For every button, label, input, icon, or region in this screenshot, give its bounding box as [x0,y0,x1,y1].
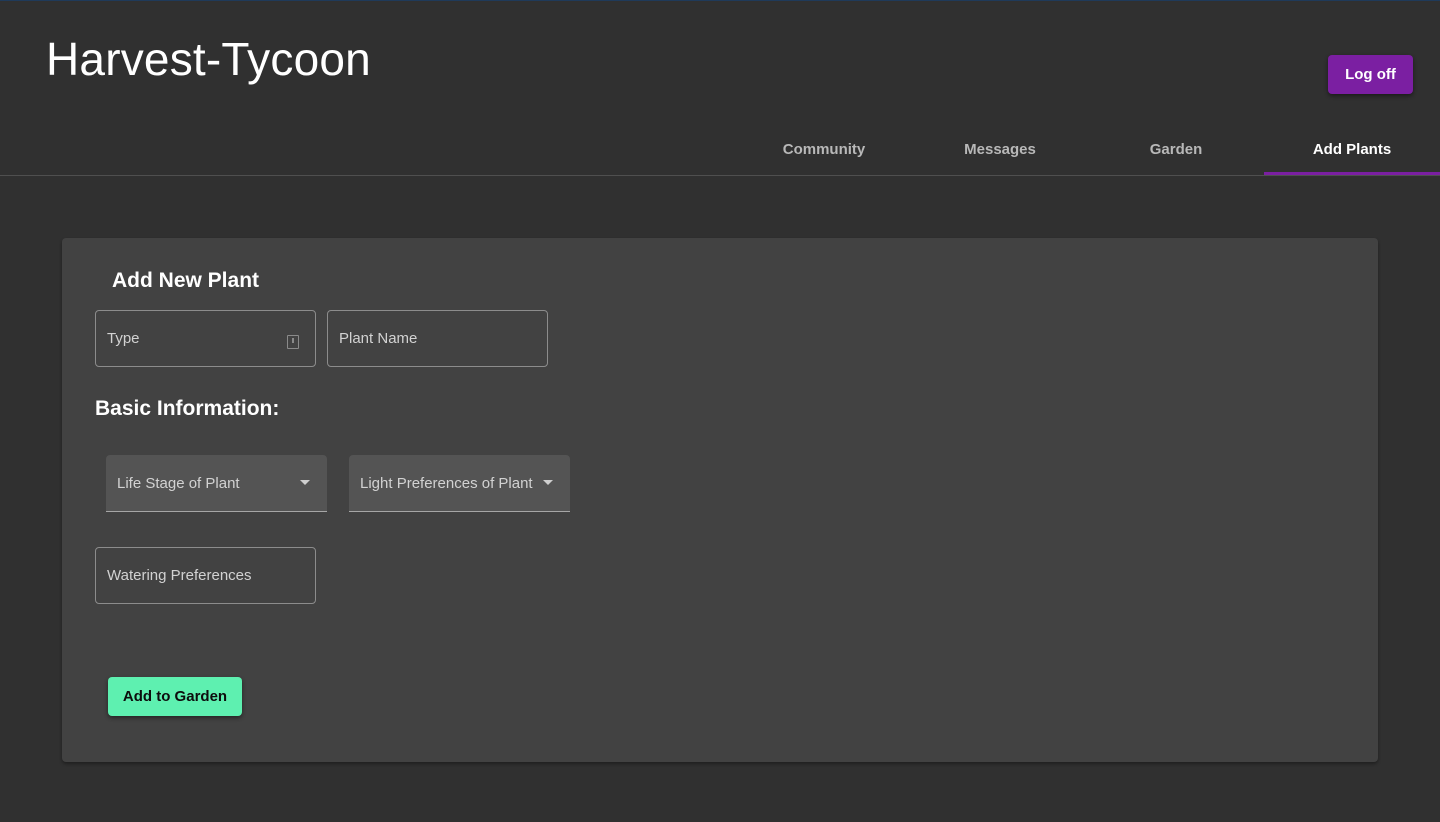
tab-community[interactable]: Community [736,122,912,176]
form-title: Add New Plant [112,269,260,292]
type-field-label: Type [107,330,140,347]
chevron-down-icon [543,480,553,485]
add-to-garden-button[interactable]: Add to Garden [108,677,242,716]
active-tab-indicator [1264,172,1440,175]
plant-name-field[interactable]: Plant Name [327,310,548,367]
nav-tabs: Community Messages Garden Add Plants [0,122,1440,176]
file-icon[interactable] [287,335,299,349]
tab-garden[interactable]: Garden [1088,122,1264,176]
light-preferences-select[interactable]: Light Preferences of Plant [349,455,570,512]
basic-information-heading: Basic Information: [95,397,280,420]
log-off-button[interactable]: Log off [1328,55,1413,94]
window-top-border [0,0,1440,1]
light-preferences-select-label: Light Preferences of Plant [360,474,533,492]
life-stage-select-label: Life Stage of Plant [117,474,240,492]
chevron-down-icon [300,480,310,485]
app-title: Harvest-Tycoon [46,33,371,85]
life-stage-select[interactable]: Life Stage of Plant [106,455,327,512]
plant-name-field-label: Plant Name [339,330,418,347]
add-plant-card: Add New Plant Type Plant Name Basic Info… [62,238,1378,762]
tab-add-plants[interactable]: Add Plants [1264,122,1440,176]
tab-messages[interactable]: Messages [912,122,1088,176]
watering-preferences-field-label: Watering Preferences [107,567,252,584]
watering-preferences-field[interactable]: Watering Preferences [95,547,316,604]
type-field[interactable]: Type [95,310,316,367]
